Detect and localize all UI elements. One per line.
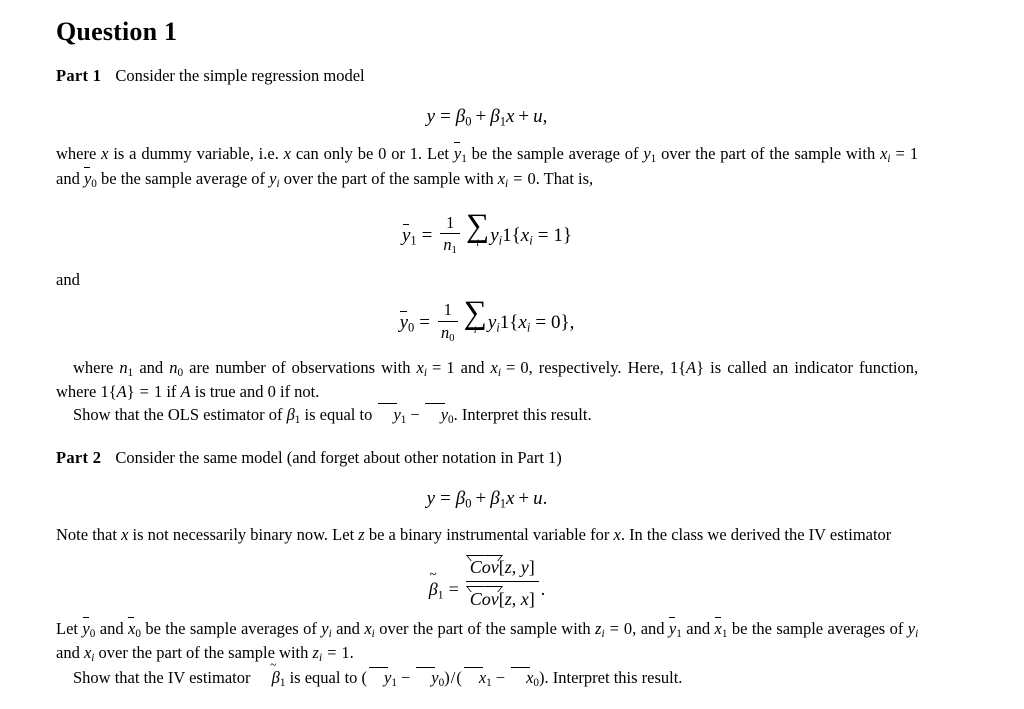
txt-over-part-z1: over the part of the sample with (98, 643, 309, 663)
paragraph-iv-note: Note that x is not necessarily binary no… (56, 525, 892, 545)
document-page: Question 1 Part 1 Consider the simple reg… (0, 0, 1024, 709)
page-title: Question 1 (56, 17, 178, 46)
txt-respectively: , respectively. Here, (528, 357, 664, 377)
txt-where2: where (73, 357, 114, 377)
txt-interpret1: . Interpret this result. (453, 404, 592, 424)
txt-num-obs: are number of observations with (189, 357, 411, 377)
txt-in-class: . In the class we (620, 525, 727, 545)
txt-and3: and (460, 357, 485, 377)
part-2-heading: Part 2 Consider the same model (and forge… (56, 447, 918, 469)
paragraph-dummy-variable: where x is a dummy variable, i.e. x can … (56, 142, 919, 191)
paragraph-sample-averages: Let y0 and x0 be the sample averages of … (56, 617, 919, 665)
txt-sample-with: the sample with (769, 144, 876, 164)
txt-that-is: . That is, (535, 169, 594, 189)
txt-where: where (56, 144, 97, 164)
txt-over-part-z0: over the part of the sample with (379, 619, 591, 639)
txt-and6: and (640, 619, 665, 639)
paragraph-task-part1: Show that the OLS estimator of β1 is equ… (73, 403, 592, 426)
equation-model-part1: y = β0 + β1x + u, (426, 105, 548, 129)
txt-and7: and (686, 619, 711, 639)
txt-let: Let (56, 619, 78, 639)
txt-is-equal2: is equal to (289, 668, 358, 688)
txt-over-part: over the part of (661, 144, 765, 164)
txt-called-an: is called an (710, 357, 789, 377)
part-1-intro: Consider the simple regression model (115, 65, 365, 85)
txt-can-only: can only be 0 or 1. Let (295, 144, 450, 164)
paragraph-task-part2: Show that the IV estimator β1 is equal t… (56, 666, 918, 691)
part-2-label: Part 2 (56, 447, 102, 467)
txt-note-that: Note that (56, 525, 117, 545)
part-2-intro: Consider the same model (and forget abou… (115, 447, 562, 467)
txt-the-sample-avgs: the sample averages of (751, 619, 904, 639)
txt-and2: and (139, 357, 164, 377)
part-1-label: Part 1 (56, 65, 102, 85)
txt-and: and (56, 169, 80, 189)
txt-and5: and (336, 619, 360, 639)
txt-interpret2: . Interpret this result. (544, 668, 683, 688)
txt-is-equal: is equal to (304, 404, 373, 424)
txt-derived-iv: derived the IV estimator (730, 525, 892, 545)
equation-iv-estimator: β1=Cov[z, y]Cov[z, x]. (56, 553, 918, 610)
equation-ybar0: y0 = 1 n0 ∑ i yi1{xi = 0}, (399, 295, 575, 344)
txt-over-part2: over the part of the sample with (283, 169, 494, 189)
txt-binary-iv: be a binary instrumental variable for (368, 525, 610, 545)
txt-show-iv: Show that the IV estimator (73, 668, 251, 688)
connector-and: and (56, 270, 80, 290)
txt-be-avg: be the sample average of (471, 144, 639, 164)
part-1-heading: Part 1 Consider the simple regression mod… (56, 65, 918, 87)
txt-be-avg2: be the sample average of (101, 169, 266, 189)
equation-ybar1: y1 = 1 n1 ∑ i yi1{xi = 1} (401, 208, 573, 257)
txt-show-ols: Show that the OLS estimator of (73, 404, 283, 424)
txt-is-true: is true and 0 if not. (194, 381, 320, 401)
txt-if-true: if (166, 381, 177, 401)
txt-sample-avgs: be the sample averages of (145, 619, 317, 639)
document-content: Question 1 Part 1 Consider the simple reg… (56, 17, 919, 691)
paragraph-indicator-function: where n1 and n0 are number of observatio… (56, 357, 919, 401)
txt-not-binary: is not necessarily binary now. Let (132, 525, 355, 545)
txt-and4: and (99, 619, 124, 639)
txt-and8: and (56, 643, 80, 663)
equation-model-part2: y = β0 + β1x + u. (426, 487, 548, 511)
txt-is-dummy: is a dummy variable, i.e. (113, 144, 279, 164)
txt-be: be (731, 619, 748, 639)
